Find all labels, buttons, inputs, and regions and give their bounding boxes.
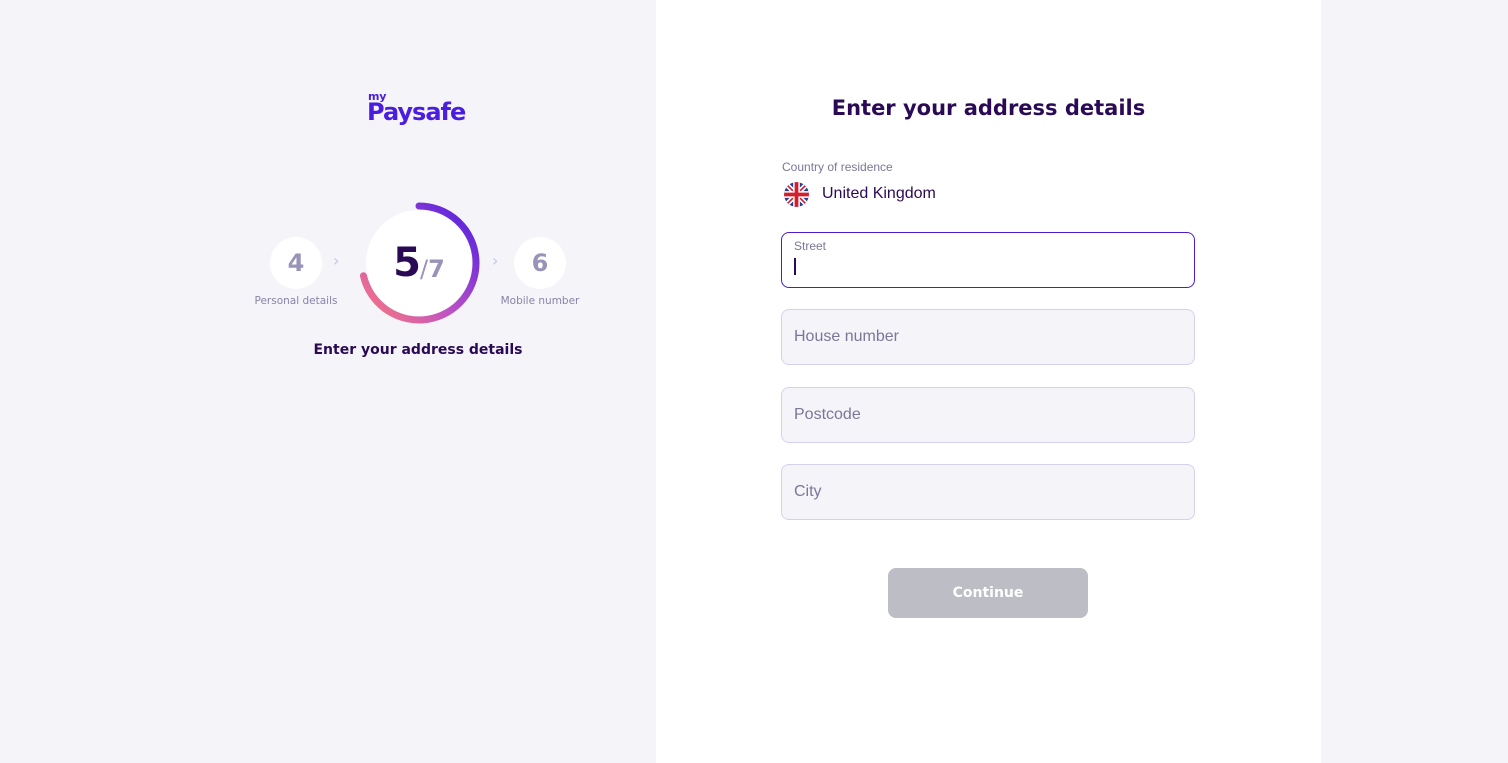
- current-step-title: Enter your address details: [313, 342, 523, 358]
- street-field[interactable]: Street: [781, 232, 1195, 288]
- chevron-right-icon: ›: [492, 251, 499, 270]
- step-separator: /: [420, 255, 429, 283]
- progress-panel: my Paysafe 4 Personal details › 5 / 7 › …: [0, 0, 656, 763]
- postcode-field[interactable]: [781, 387, 1195, 443]
- house-number-input[interactable]: [794, 310, 1179, 364]
- current-step-number: 5: [393, 240, 421, 286]
- step-next-badge: 6: [514, 237, 566, 289]
- current-step-ring: 5 / 7: [358, 202, 480, 324]
- house-number-field[interactable]: [781, 309, 1195, 365]
- page-title: Enter your address details: [831, 96, 1146, 120]
- chevron-right-icon: ›: [333, 251, 340, 270]
- street-input[interactable]: [794, 251, 1179, 283]
- step-next-label: Mobile number: [500, 295, 580, 307]
- postcode-input[interactable]: [794, 388, 1179, 442]
- uk-flag-icon: [784, 181, 809, 207]
- logo-name: Paysafe: [367, 98, 466, 126]
- country-value: United Kingdom: [822, 185, 936, 202]
- continue-button[interactable]: Continue: [888, 568, 1088, 618]
- country-selector[interactable]: United Kingdom: [784, 181, 936, 207]
- ring-counter: 5 / 7: [358, 202, 480, 324]
- city-input[interactable]: [794, 465, 1179, 519]
- right-gutter: [1321, 0, 1508, 763]
- step-previous-label: Personal details: [254, 295, 338, 307]
- step-previous-badge: 4: [270, 237, 322, 289]
- country-label: Country of residence: [782, 160, 893, 174]
- total-steps: 7: [428, 255, 445, 283]
- city-field[interactable]: [781, 464, 1195, 520]
- mypaysafe-logo: my Paysafe: [367, 90, 478, 130]
